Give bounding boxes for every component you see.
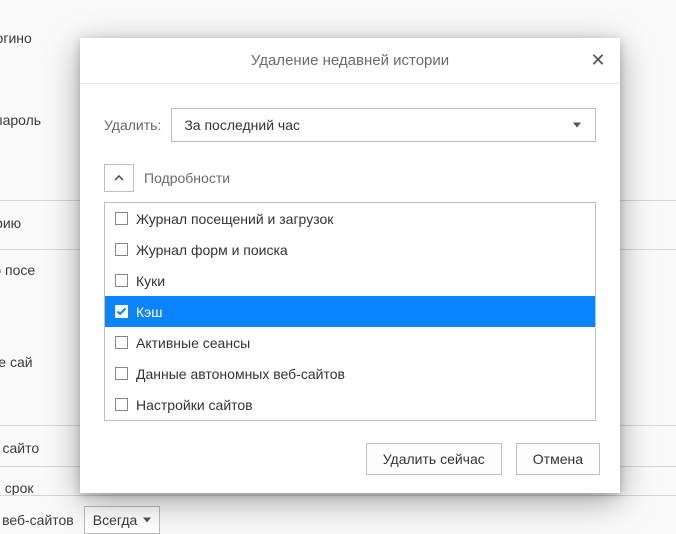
check-icon <box>116 306 127 317</box>
list-item-label: Данные автономных веб-сайтов <box>136 366 345 382</box>
close-icon: ✕ <box>590 50 605 71</box>
list-item-label: Журнал посещений и загрузок <box>136 211 333 227</box>
bg-text: ь историю <box>0 215 21 231</box>
details-toggle-button[interactable] <box>104 164 134 192</box>
list-item[interactable]: Активные сеансы <box>105 327 595 358</box>
cancel-button[interactable]: Отмена <box>516 443 600 475</box>
bg-text: пароль <box>0 112 41 128</box>
history-details-list: Журнал посещений и загрузок Журнал форм и… <box>104 202 596 421</box>
checkbox[interactable] <box>115 367 128 380</box>
time-range-select[interactable]: За последний час <box>171 108 596 142</box>
checkbox[interactable] <box>115 274 128 287</box>
checkbox[interactable] <box>115 398 128 411</box>
bg-select[interactable]: Всегда <box>84 506 161 534</box>
list-item-label: Настройки сайтов <box>136 397 253 413</box>
dialog-header: Удаление недавней истории ✕ <box>80 38 620 84</box>
list-item-label: Куки <box>136 273 165 289</box>
list-item-label: Активные сеансы <box>136 335 250 351</box>
clear-history-dialog: Удаление недавней истории ✕ Удалить: За … <box>80 38 620 493</box>
checkbox[interactable] <box>115 243 128 256</box>
list-item[interactable]: Данные автономных веб-сайтов <box>105 358 595 389</box>
bg-text: ние логино <box>0 30 32 46</box>
checkbox[interactable] <box>115 305 128 318</box>
list-item-label: Журнал форм и поиска <box>136 242 288 258</box>
bg-text: ные сайто <box>0 440 39 456</box>
checkbox[interactable] <box>115 336 128 349</box>
clear-now-button[interactable]: Удалить сейчас <box>366 443 502 475</box>
list-item[interactable]: Кэш <box>105 296 595 327</box>
bg-text: рию посе <box>0 262 35 278</box>
checkbox[interactable] <box>115 212 128 225</box>
close-button[interactable]: ✕ <box>584 46 612 74</box>
details-label: Подробности <box>144 170 230 186</box>
list-item[interactable]: Журнал форм и поиска <box>105 234 595 265</box>
list-item[interactable]: Настройки сайтов <box>105 389 595 420</box>
delete-range-label: Удалить: <box>104 117 161 133</box>
dialog-title: Удаление недавней истории <box>251 52 449 69</box>
bg-text: ения срок <box>0 480 34 496</box>
list-item-label: Кэш <box>136 304 163 320</box>
chevron-up-icon <box>114 173 124 183</box>
bg-text: ные сайтов со сторонних веб-сайтов <box>0 512 74 528</box>
time-range-value: За последний час <box>184 117 300 133</box>
list-item[interactable]: Куки <box>105 265 595 296</box>
list-item[interactable]: Журнал посещений и загрузок <box>105 203 595 234</box>
bg-text: анные сай <box>0 354 33 370</box>
